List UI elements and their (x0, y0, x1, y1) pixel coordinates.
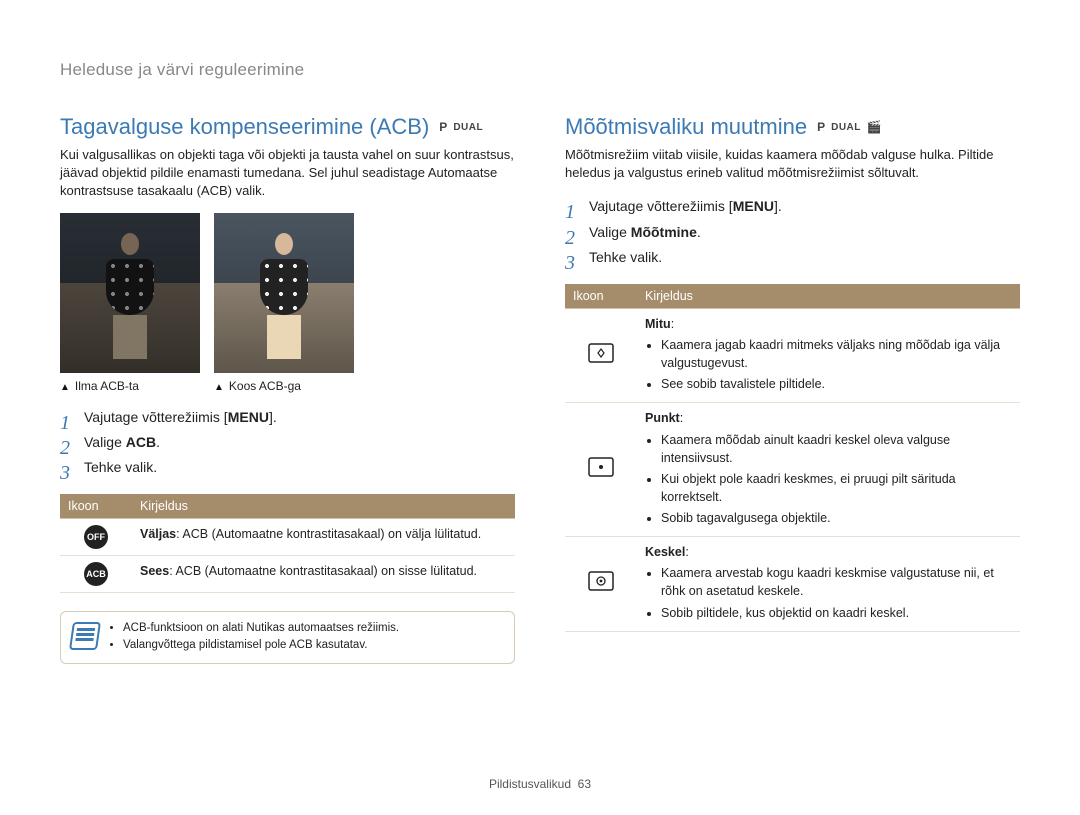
mode-video-icon: 🎬 (867, 120, 882, 134)
spot-icon (588, 457, 614, 477)
row-desc: Väljas: ACB (Automaatne kontrastitasakaa… (132, 519, 515, 556)
multi-icon (588, 343, 614, 363)
row-desc: Punkt: Kaamera mõõdab ainult kaadri kesk… (637, 403, 1020, 537)
right-step1-b: ]. (774, 198, 782, 214)
mode-p-icon: P (817, 120, 825, 134)
left-column: Tagavalguse kompenseerimine (ACB) P DUAL… (60, 114, 515, 664)
th-desc: Kirjeldus (637, 284, 1020, 309)
mode-dual-icon: DUAL (453, 122, 483, 133)
sample-before-image (60, 213, 200, 373)
r2-label: Punkt (645, 411, 680, 425)
sample-after-caption: Koos ACB-ga (214, 379, 354, 393)
footer-page: 63 (578, 777, 591, 791)
table-row: ACB Sees: ACB (Automaatne kontrastitasak… (60, 556, 515, 593)
left-step-1: Vajutage võtterežiimis [MENU]. (60, 405, 515, 430)
mode-p-icon: P (439, 120, 447, 134)
left-step1-a: Vajutage võtterežiimis [ (84, 409, 228, 425)
metering-center-icon (565, 537, 637, 632)
left-title: Tagavalguse kompenseerimine (ACB) (60, 114, 429, 140)
note-item: Valangvõttega pildistamisel pole ACB kas… (123, 637, 502, 654)
note-item: ACB-funktsioon on alati Nutikas automaat… (123, 620, 502, 637)
left-intro: Kui valgusallikas on objekti taga või ob… (60, 146, 515, 201)
left-step-2: Valige ACB. (60, 430, 515, 455)
right-step-3: Tehke valik. (565, 245, 1020, 270)
th-icon: Ikoon (565, 284, 637, 309)
right-title-row: Mõõtmisvaliku muutmine P DUAL 🎬 (565, 114, 1020, 140)
list-item: Sobib tagavalgusega objektile. (661, 509, 1012, 527)
center-icon (588, 571, 614, 591)
table-row: Punkt: Kaamera mõõdab ainult kaadri kesk… (565, 403, 1020, 537)
footer: Pildistusvalikud 63 (0, 777, 1080, 791)
right-column: Mõõtmisvaliku muutmine P DUAL 🎬 Mõõtmisr… (565, 114, 1020, 664)
list-item: Kaamera arvestab kogu kaadri keskmise va… (661, 564, 1012, 600)
right-step1-a: Vajutage võtterežiimis [ (589, 198, 733, 214)
row1-label: Väljas (140, 527, 176, 541)
acb-off-icon: OFF (60, 519, 132, 556)
sample-after: Koos ACB-ga (214, 213, 354, 393)
right-step2-a: Valige (589, 224, 631, 240)
footer-label: Pildistusvalikud (489, 777, 571, 791)
th-icon: Ikoon (60, 494, 132, 519)
mode-dual-icon: DUAL (831, 122, 861, 133)
left-steps: Vajutage võtterežiimis [MENU]. Valige AC… (60, 405, 515, 481)
note-icon (69, 622, 101, 650)
row2-label: Sees (140, 564, 169, 578)
right-step-2: Valige Mõõtmine. (565, 220, 1020, 245)
left-table: Ikoon Kirjeldus OFF Väljas: ACB (Automaa… (60, 494, 515, 593)
list-item: Sobib piltidele, kus objektid on kaadri … (661, 604, 1012, 622)
sample-after-image (214, 213, 354, 373)
menu-button-label: MENU (228, 409, 269, 425)
table-row: Mitu: Kaamera jagab kaadri mitmeks välja… (565, 308, 1020, 403)
table-row: OFF Väljas: ACB (Automaatne kontrastitas… (60, 519, 515, 556)
row-desc: Sees: ACB (Automaatne kontrastitasakaal)… (132, 556, 515, 593)
metering-spot-icon (565, 403, 637, 537)
th-desc: Kirjeldus (132, 494, 515, 519)
row-desc: Mitu: Kaamera jagab kaadri mitmeks välja… (637, 308, 1020, 403)
right-title: Mõõtmisvaliku muutmine (565, 114, 807, 140)
left-step-3: Tehke valik. (60, 455, 515, 480)
menu-button-label: MENU (733, 198, 774, 214)
row1-text: : ACB (Automaatne kontrastitasakaal) on … (176, 527, 481, 541)
row2-text: : ACB (Automaatne kontrastitasakaal) on … (169, 564, 477, 578)
acb-on-icon: ACB (60, 556, 132, 593)
list-item: See sobib tavalistele piltidele. (661, 375, 1012, 393)
left-title-row: Tagavalguse kompenseerimine (ACB) P DUAL (60, 114, 515, 140)
left-step1-b: ]. (269, 409, 277, 425)
left-mode-icons: P DUAL (439, 120, 483, 134)
acb-icon: ACB (84, 562, 108, 586)
sample-row: Ilma ACB-ta Koos ACB-ga (60, 213, 515, 393)
metering-multi-icon (565, 308, 637, 403)
right-table: Ikoon Kirjeldus Mitu: Kaamera jagab kaad… (565, 284, 1020, 632)
table-row: Keskel: Kaamera arvestab kogu kaadri kes… (565, 537, 1020, 632)
breadcrumb: Heleduse ja värvi reguleerimine (60, 60, 1020, 80)
r3-label: Keskel (645, 545, 685, 559)
r1-label: Mitu (645, 317, 671, 331)
left-step2-bold: ACB (126, 434, 156, 450)
note-box: ACB-funktsioon on alati Nutikas automaat… (60, 611, 515, 664)
off-icon: OFF (84, 525, 108, 549)
list-item: Kaamera mõõdab ainult kaadri keskel olev… (661, 431, 1012, 467)
right-step-1: Vajutage võtterežiimis [MENU]. (565, 194, 1020, 219)
row-desc: Keskel: Kaamera arvestab kogu kaadri kes… (637, 537, 1020, 632)
right-step2-bold: Mõõtmine (631, 224, 697, 240)
right-mode-icons: P DUAL 🎬 (817, 120, 882, 134)
sample-before: Ilma ACB-ta (60, 213, 200, 393)
sample-before-caption: Ilma ACB-ta (60, 379, 200, 393)
right-intro: Mõõtmisrežiim viitab viisile, kuidas kaa… (565, 146, 1020, 182)
list-item: Kaamera jagab kaadri mitmeks väljaks nin… (661, 336, 1012, 372)
left-step2-b: . (156, 434, 160, 450)
left-step2-a: Valige (84, 434, 126, 450)
right-steps: Vajutage võtterežiimis [MENU]. Valige Mõ… (565, 194, 1020, 270)
list-item: Kui objekt pole kaadri keskmes, ei pruug… (661, 470, 1012, 506)
right-step2-b: . (697, 224, 701, 240)
